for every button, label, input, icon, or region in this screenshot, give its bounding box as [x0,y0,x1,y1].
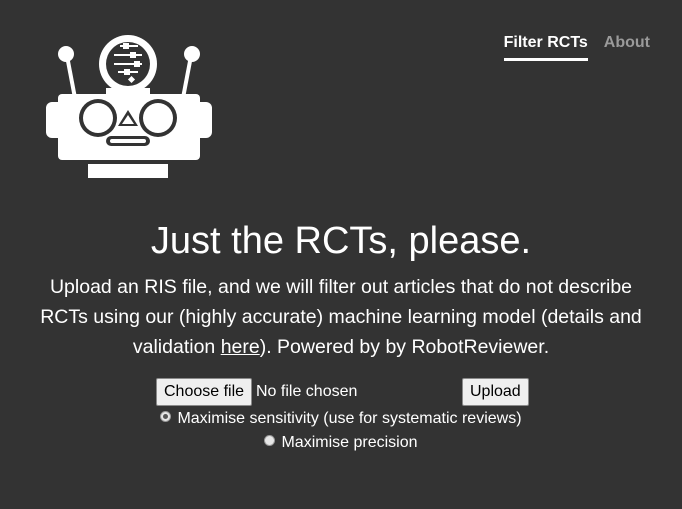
page: Filter RCTs About Just the RCTs, please.… [0,0,682,509]
sensitivity-radio[interactable] [160,411,172,422]
option-precision[interactable]: Maximise precision [0,433,682,453]
upload-form: Choose file No file chosen Upload [156,378,532,408]
top-nav: Filter RCTs About [503,34,650,61]
upload-button[interactable]: Upload [462,378,529,406]
robot-logo-icon[interactable] [44,34,214,180]
precision-radio[interactable] [264,435,276,446]
sensitivity-label[interactable]: Maximise sensitivity (use for systematic… [177,410,521,427]
nav-filter-rcts[interactable]: Filter RCTs [503,34,588,61]
nav-about[interactable]: About [604,34,650,61]
description-part-2: ). Powered by by RobotReviewer. [259,336,550,358]
page-title: Just the RCTs, please. [150,220,532,262]
file-status-text: No file chosen [256,383,358,400]
choose-file-button[interactable]: Choose file [156,378,253,406]
precision-label[interactable]: Maximise precision [281,434,417,451]
option-sensitivity[interactable]: Maximise sensitivity (use for systematic… [0,409,682,429]
description-text: Upload an RIS file, and we will filter o… [28,272,654,362]
details-link[interactable]: here [221,336,260,358]
